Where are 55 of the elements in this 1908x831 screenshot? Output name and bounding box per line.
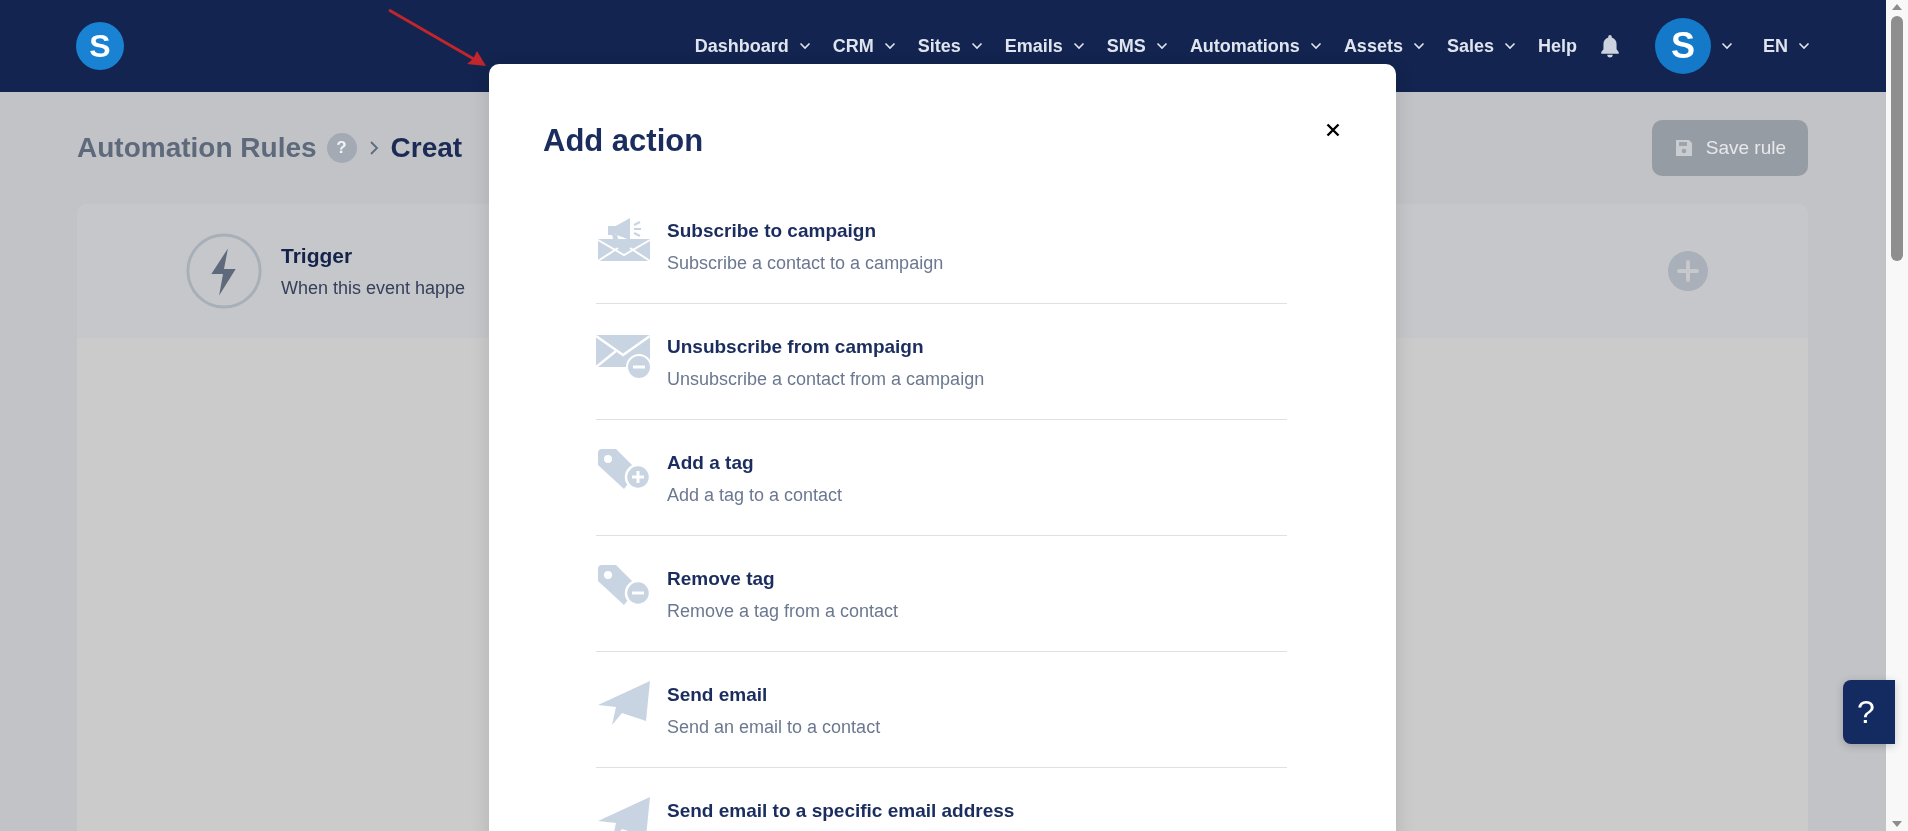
action-option[interactable]: Send email to a specific email address bbox=[596, 768, 1287, 831]
paper-plane-icon bbox=[596, 679, 652, 727]
help-button[interactable]: ? bbox=[1843, 680, 1895, 744]
nav-menu-item[interactable]: Sites bbox=[917, 35, 983, 57]
dialog-title: Add action bbox=[543, 123, 704, 159]
action-description: Unsubscribe a contact from a campaign bbox=[667, 368, 985, 390]
nav-menu-item[interactable]: Sales bbox=[1446, 35, 1516, 57]
action-option[interactable]: Add a tag Add a tag to a contact bbox=[596, 420, 1287, 536]
action-option[interactable]: Unsubscribe from campaign Unsubscribe a contact from a campaign bbox=[596, 304, 1287, 420]
language-selector[interactable]: EN bbox=[1763, 35, 1810, 57]
action-title: Send email to a specific email address bbox=[667, 800, 1015, 822]
nav-menu-item[interactable]: Assets bbox=[1343, 35, 1425, 57]
nav-menu-item[interactable]: CRM bbox=[832, 35, 896, 57]
action-title: Subscribe to campaign bbox=[667, 220, 878, 242]
caret-icon bbox=[1503, 42, 1516, 50]
caret-icon bbox=[798, 42, 811, 50]
caret-icon bbox=[1155, 42, 1168, 50]
action-option[interactable]: Subscribe to campaign Subscribe a contact to a campaign bbox=[596, 188, 1287, 304]
scrollbar-thumb[interactable] bbox=[1891, 16, 1903, 261]
trigger-description: When this event happe bbox=[281, 277, 466, 299]
nav-menu-item[interactable]: SMS bbox=[1106, 35, 1168, 57]
bell-icon[interactable] bbox=[1599, 34, 1621, 58]
nav-menu-item[interactable]: Automations bbox=[1189, 35, 1322, 57]
caret-icon bbox=[883, 42, 896, 50]
caret-icon bbox=[1412, 42, 1425, 50]
megaphone-envelope-icon bbox=[596, 215, 652, 263]
action-description: Add a tag to a contact bbox=[667, 484, 843, 506]
nav-menu-item[interactable]: Emails bbox=[1004, 35, 1085, 57]
scroll-up-arrow-icon[interactable] bbox=[1892, 4, 1902, 10]
user-avatar[interactable]: S bbox=[1655, 18, 1711, 74]
caret-icon[interactable] bbox=[1721, 42, 1733, 50]
nav-menu-item[interactable]: Help bbox=[1537, 35, 1577, 57]
action-title: Unsubscribe from campaign bbox=[667, 336, 925, 358]
nav-menu-item[interactable]: Dashboard bbox=[694, 35, 811, 57]
scrollbar[interactable] bbox=[1886, 0, 1908, 831]
chevron-right-icon bbox=[368, 140, 379, 156]
page-title: Creat bbox=[390, 132, 463, 164]
caret-icon bbox=[1798, 42, 1810, 50]
action-description: Remove a tag from a contact bbox=[667, 600, 899, 622]
paper-plane-icon bbox=[596, 795, 652, 831]
action-option[interactable]: Send email Send an email to a contact bbox=[596, 652, 1287, 768]
action-option[interactable]: Remove tag Remove a tag from a contact bbox=[596, 536, 1287, 652]
logo[interactable]: S bbox=[76, 22, 124, 70]
action-title: Remove tag bbox=[667, 568, 776, 590]
caret-icon bbox=[1072, 42, 1085, 50]
close-icon[interactable] bbox=[1326, 123, 1340, 137]
lightning-icon bbox=[185, 232, 263, 310]
action-description: Subscribe a contact to a campaign bbox=[667, 252, 944, 274]
caret-icon bbox=[970, 42, 983, 50]
caret-icon bbox=[1309, 42, 1322, 50]
action-title: Send email bbox=[667, 684, 769, 706]
scroll-down-arrow-icon[interactable] bbox=[1892, 821, 1902, 827]
action-title: Add a tag bbox=[667, 452, 755, 474]
trigger-title: Trigger bbox=[281, 243, 354, 268]
action-description: Send an email to a contact bbox=[667, 716, 881, 738]
